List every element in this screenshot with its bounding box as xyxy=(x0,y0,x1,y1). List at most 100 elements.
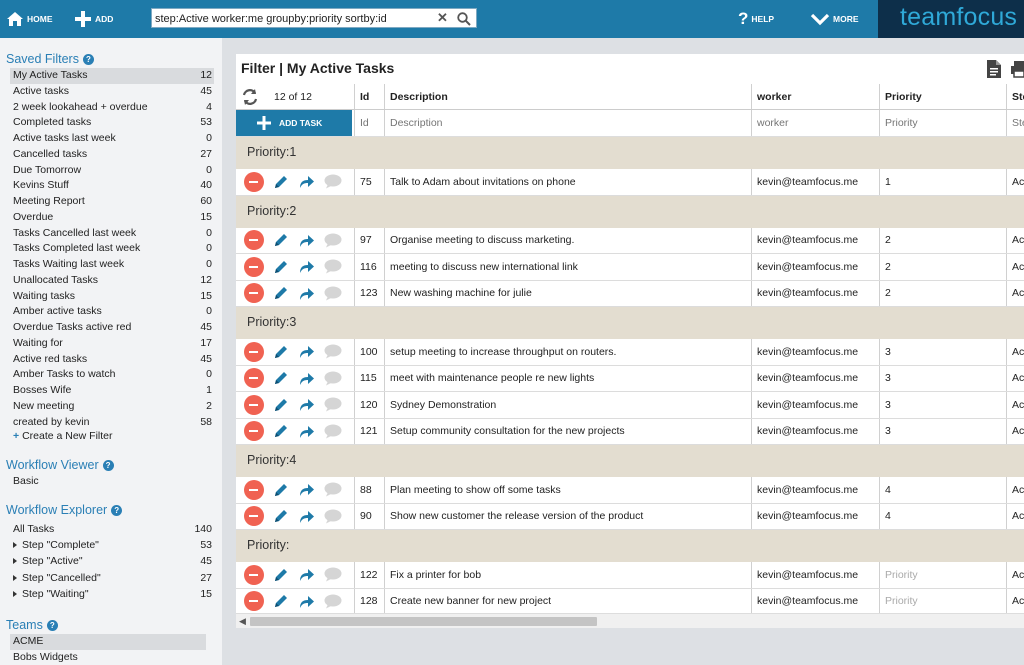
saved-filter-item[interactable]: Waiting for 17 xyxy=(10,336,214,352)
expand-triangle-icon[interactable] xyxy=(13,574,17,581)
task-priority-cell[interactable]: 2 xyxy=(879,280,1006,306)
saved-filter-item[interactable]: New meeting 2 xyxy=(10,399,214,415)
comment-icon[interactable] xyxy=(324,424,342,439)
team-item-bobs-widgets[interactable]: Bobs Widgets xyxy=(10,650,214,665)
edit-pencil-icon[interactable] xyxy=(273,232,289,248)
saved-filter-item[interactable]: Overdue Tasks active red 45 xyxy=(10,320,214,336)
task-worker[interactable]: kevin@teamfocus.me xyxy=(751,169,879,195)
task-priority-cell[interactable]: Priority xyxy=(879,588,1006,614)
forward-arrow-icon[interactable] xyxy=(298,509,315,524)
edit-pencil-icon[interactable] xyxy=(273,259,289,275)
forward-arrow-icon[interactable] xyxy=(298,424,315,439)
scroll-left-icon[interactable]: ◀ xyxy=(239,616,246,627)
column-header-priority[interactable]: Priority xyxy=(879,84,1006,109)
workflow-explorer-item[interactable]: Step "Complete" 53 xyxy=(10,538,214,554)
comment-icon[interactable] xyxy=(324,371,342,386)
task-row[interactable]: 123 New washing machine for julie kevin@te… xyxy=(236,280,1024,307)
cancel-task-icon[interactable] xyxy=(244,394,264,415)
add-task-button[interactable]: ADD TASK xyxy=(236,110,352,136)
cancel-task-icon[interactable] xyxy=(244,368,264,389)
task-priority-cell[interactable]: 3 xyxy=(879,365,1006,391)
help-icon[interactable]: ? xyxy=(46,619,58,631)
comment-icon[interactable] xyxy=(324,482,342,497)
saved-filter-item[interactable]: 2 week lookahead + overdue 4 xyxy=(10,100,214,116)
task-description[interactable]: Create new banner for new project xyxy=(384,588,751,614)
comment-icon[interactable] xyxy=(324,259,342,274)
column-header-id[interactable]: Id xyxy=(354,84,384,109)
task-description[interactable]: Talk to Adam about invitations on phone xyxy=(384,169,751,195)
task-step[interactable]: Active xyxy=(1006,169,1024,195)
task-row[interactable]: 88 Plan meeting to show off some tasks kev… xyxy=(236,477,1024,504)
task-row[interactable]: 100 setup meeting to increase throughput … xyxy=(236,339,1024,366)
new-task-id-input[interactable] xyxy=(360,117,384,129)
edit-pencil-icon[interactable] xyxy=(273,174,289,190)
cancel-task-icon[interactable] xyxy=(244,171,264,192)
task-row[interactable]: 115 meet with maintenance people re new l… xyxy=(236,365,1024,392)
task-row[interactable]: 128 Create new banner for new project kevi… xyxy=(236,588,1024,615)
comment-icon[interactable] xyxy=(324,233,342,248)
clear-search-icon[interactable]: ✕ xyxy=(437,10,448,26)
saved-filter-item[interactable]: Active tasks last week 0 xyxy=(10,131,214,147)
task-priority-cell[interactable]: 2 xyxy=(879,254,1006,280)
column-header-worker[interactable]: worker xyxy=(751,84,879,109)
task-priority-cell[interactable]: 3 xyxy=(879,392,1006,418)
search-input[interactable] xyxy=(155,11,433,26)
saved-filter-item[interactable]: Meeting Report 60 xyxy=(10,194,214,210)
saved-filter-item[interactable]: Amber Tasks to watch 0 xyxy=(10,367,214,383)
task-description[interactable]: Show new customer the release version of… xyxy=(384,503,751,529)
group-header[interactable]: Priority:1 xyxy=(236,137,1024,169)
help-button[interactable]: ? HELP xyxy=(738,0,774,38)
group-header[interactable]: Priority:3 xyxy=(236,307,1024,339)
cancel-task-icon[interactable] xyxy=(244,506,264,527)
cancel-task-icon[interactable] xyxy=(244,421,264,442)
forward-arrow-icon[interactable] xyxy=(298,567,315,582)
task-row[interactable]: 75 Talk to Adam about invitations on phon… xyxy=(236,169,1024,196)
task-step[interactable]: Active xyxy=(1006,227,1024,253)
task-description[interactable]: meet with maintenance people re new ligh… xyxy=(384,365,751,391)
saved-filter-item[interactable]: Overdue 15 xyxy=(10,210,214,226)
forward-arrow-icon[interactable] xyxy=(298,286,315,301)
task-row[interactable]: 121 Setup community consultation for the … xyxy=(236,418,1024,445)
task-worker[interactable]: kevin@teamfocus.me xyxy=(751,227,879,253)
task-row[interactable]: 90 Show new customer the release version … xyxy=(236,503,1024,530)
edit-pencil-icon[interactable] xyxy=(273,285,289,301)
group-header[interactable]: Priority:4 xyxy=(236,445,1024,477)
new-task-priority-input[interactable] xyxy=(885,117,1006,129)
forward-arrow-icon[interactable] xyxy=(298,482,315,497)
task-description[interactable]: Organise meeting to discuss marketing. xyxy=(384,227,751,253)
saved-filter-item[interactable]: My Active Tasks 12 xyxy=(10,68,214,84)
edit-pencil-icon[interactable] xyxy=(273,567,289,583)
task-priority-cell[interactable]: 3 xyxy=(879,418,1006,444)
column-header-description[interactable]: Description xyxy=(384,84,751,109)
task-worker[interactable]: kevin@teamfocus.me xyxy=(751,254,879,280)
saved-filter-item[interactable]: created by kevin 58 xyxy=(10,415,214,431)
comment-icon[interactable] xyxy=(324,594,342,609)
task-priority-cell[interactable]: 2 xyxy=(879,227,1006,253)
add-button[interactable]: ADD xyxy=(74,0,113,38)
team-item-acme[interactable]: ACME xyxy=(10,634,206,650)
scrollbar-thumb[interactable] xyxy=(250,617,597,626)
task-priority-cell[interactable]: Priority xyxy=(879,562,1006,588)
task-description[interactable]: Setup community consultation for the new… xyxy=(384,418,751,444)
task-description[interactable]: New washing machine for julie xyxy=(384,280,751,306)
task-description[interactable]: Fix a printer for bob xyxy=(384,562,751,588)
task-worker[interactable]: kevin@teamfocus.me xyxy=(751,418,879,444)
saved-filter-item[interactable]: Active tasks 45 xyxy=(10,84,214,100)
new-task-worker-input[interactable] xyxy=(757,117,879,129)
task-step[interactable]: Active xyxy=(1006,254,1024,280)
group-header[interactable]: Priority: xyxy=(236,530,1024,562)
comment-icon[interactable] xyxy=(324,509,342,524)
task-step[interactable]: Active xyxy=(1006,503,1024,529)
expand-triangle-icon[interactable] xyxy=(13,590,17,597)
refresh-icon[interactable] xyxy=(241,88,259,106)
horizontal-scrollbar[interactable]: ◀ xyxy=(236,613,1024,628)
task-step[interactable]: Active xyxy=(1006,588,1024,614)
workflow-viewer-item-basic[interactable]: Basic xyxy=(10,474,214,490)
edit-pencil-icon[interactable] xyxy=(273,508,289,524)
search-icon[interactable] xyxy=(457,12,471,29)
column-header-step[interactable]: Step xyxy=(1006,84,1024,109)
print-icon[interactable] xyxy=(1010,59,1024,82)
forward-arrow-icon[interactable] xyxy=(298,371,315,386)
saved-filter-item[interactable]: Bosses Wife 1 xyxy=(10,383,214,399)
workflow-explorer-item[interactable]: All Tasks 140 xyxy=(10,522,214,538)
